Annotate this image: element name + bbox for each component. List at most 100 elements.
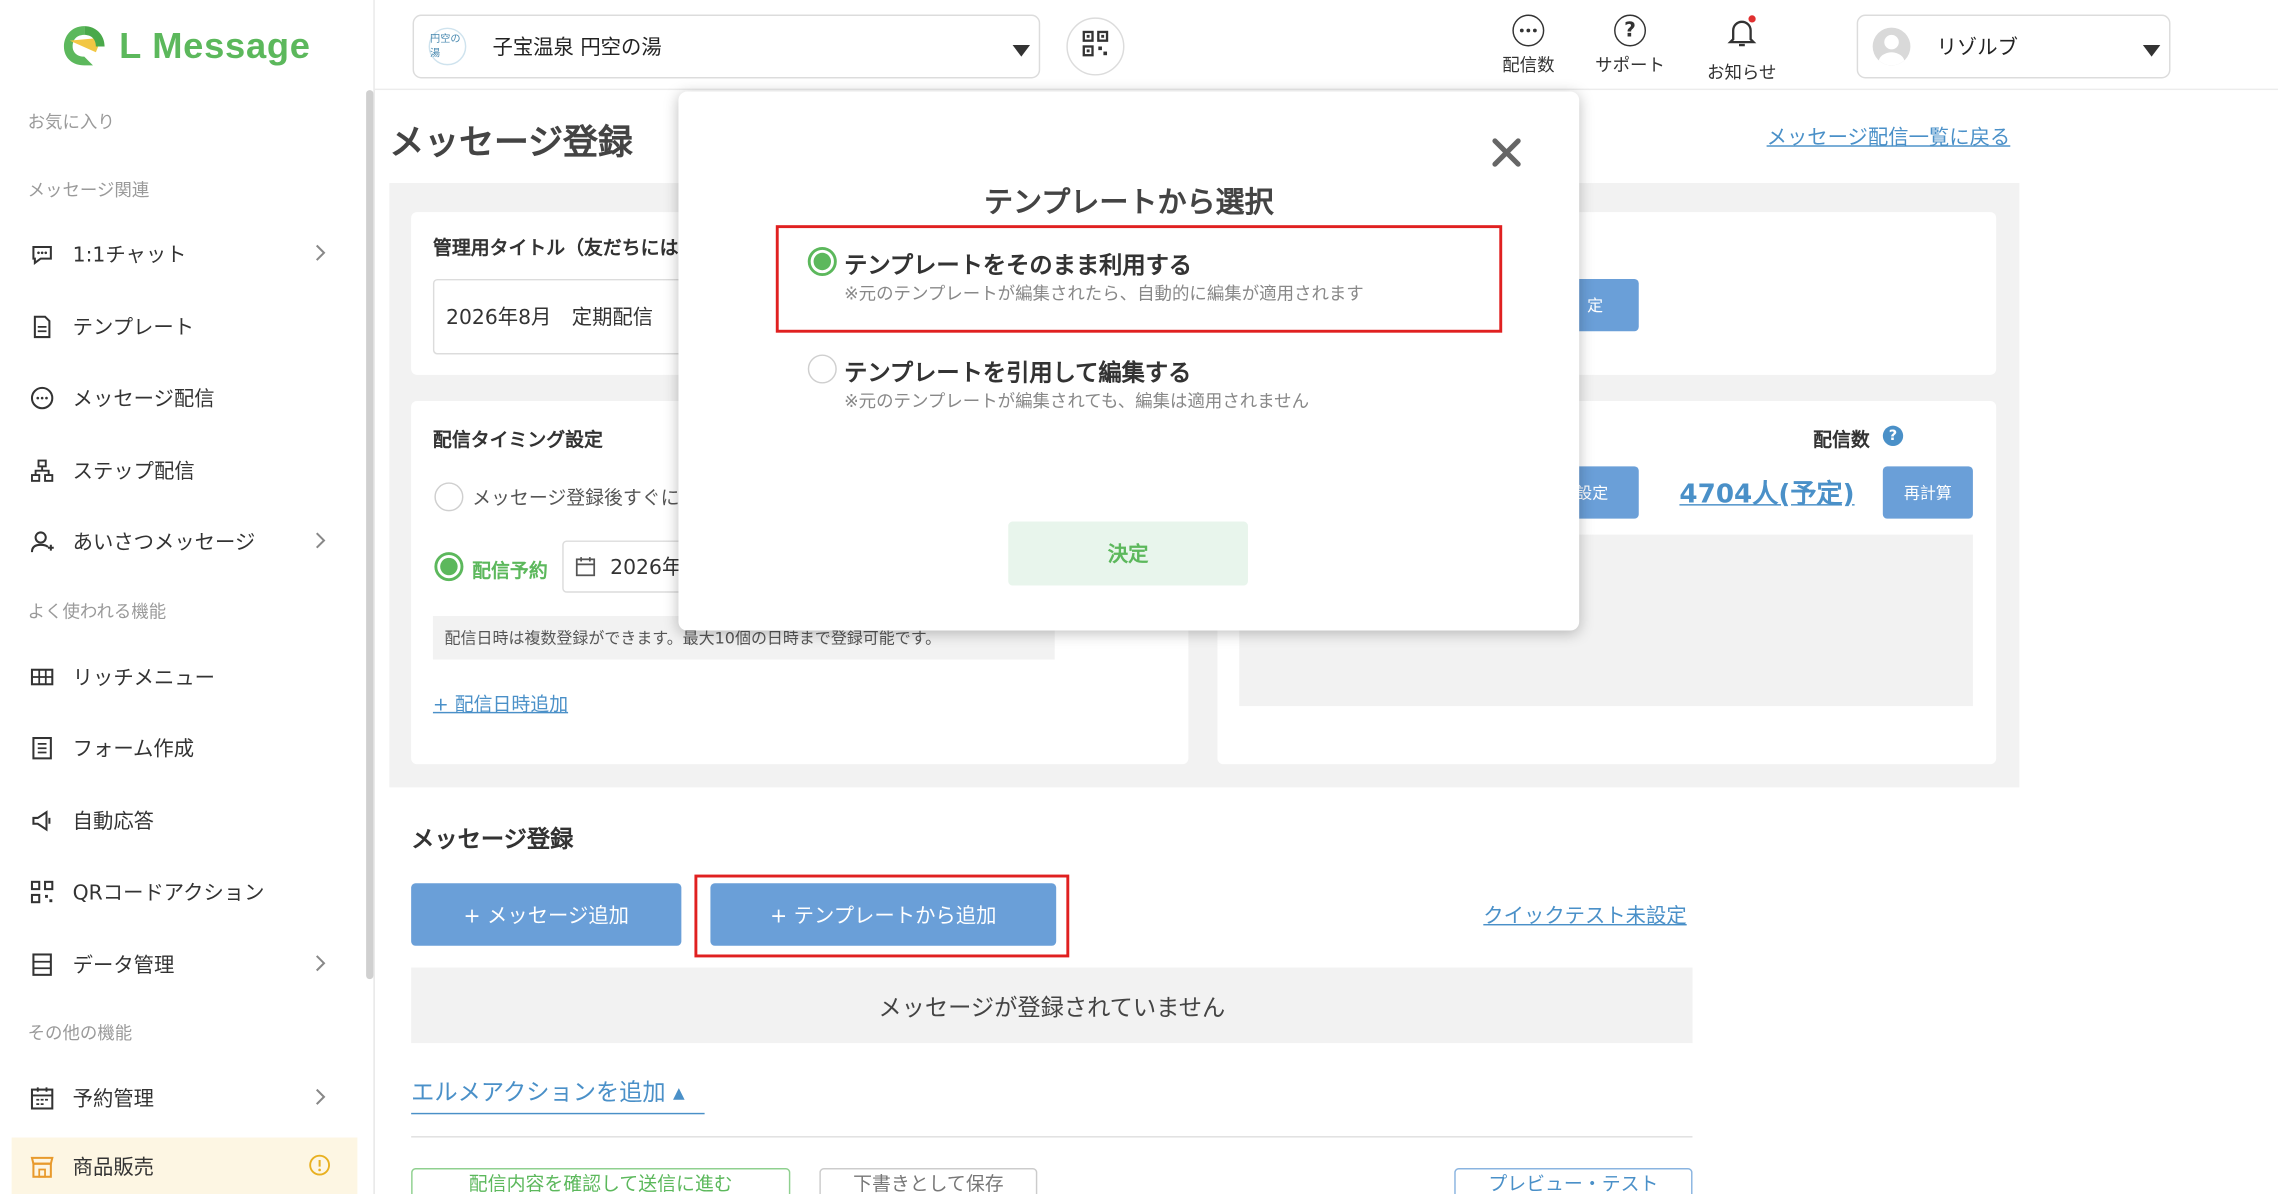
recalculate-button[interactable]: 再計算	[1882, 466, 1973, 519]
notifications-label: お知らせ	[1707, 62, 1777, 83]
sidebar-item-label: ステップ配信	[72, 460, 195, 484]
account-selector[interactable]: 円空の湯 子宝温泉 円空の湯	[412, 14, 1041, 79]
option-quote-edit-title[interactable]: テンプレートを引用して編集する	[844, 353, 1191, 388]
add-message-button[interactable]: + メッセージ追加	[411, 883, 682, 946]
quick-test-link[interactable]: クイックテスト未設定	[1483, 901, 1686, 930]
user-name: リゾルブ	[1936, 36, 2018, 60]
brand-logo[interactable]: L Message	[58, 20, 311, 72]
timing-label: 配信タイミング設定	[432, 430, 603, 452]
chevron-right-icon	[308, 952, 331, 975]
shop-icon	[29, 1154, 55, 1180]
qr-code-icon	[1081, 29, 1110, 64]
calendar-icon	[29, 1085, 55, 1111]
sidebar-item-reservation[interactable]: 予約管理	[0, 1069, 357, 1127]
option-use-as-is-radio[interactable]	[807, 246, 837, 277]
brand-name: L Message	[119, 25, 311, 67]
message-section-title: メッセージ登録	[411, 825, 574, 853]
sidebar-item-auto-reply[interactable]: 自動応答	[0, 792, 357, 850]
scheduled-radio[interactable]	[434, 552, 464, 582]
database-icon	[29, 952, 55, 978]
support-label: サポート	[1595, 55, 1665, 76]
sidebar-item-label: メッセージ配信	[72, 387, 215, 412]
page-title: メッセージ登録	[389, 122, 633, 163]
sidebar-item-label: データ管理	[72, 954, 175, 978]
alert-icon	[308, 1154, 331, 1177]
sidebar-item-label: 自動応答	[72, 810, 154, 834]
sidebar-item-label: 商品販売	[72, 1156, 154, 1180]
sidebar-item-sales[interactable]: 商品販売	[11, 1137, 358, 1194]
sidebar-item-qr-action[interactable]: QRコードアクション	[0, 863, 357, 921]
account-logo: 円空の湯	[428, 27, 467, 66]
schedule-date-input[interactable]: 2026年	[562, 540, 693, 593]
sidebar-item-data[interactable]: データ管理	[0, 936, 357, 994]
sidebar-scrollbar[interactable]	[366, 90, 374, 980]
bell-icon	[1724, 15, 1759, 54]
option-quote-edit-radio[interactable]	[807, 354, 837, 384]
confirm-send-button[interactable]: 配信内容を確認して送信に進む	[411, 1168, 791, 1194]
modal-title: テンプレートから選択	[983, 184, 1274, 220]
option-use-as-is-title[interactable]: テンプレートをそのまま利用する	[844, 246, 1192, 281]
avatar	[1872, 27, 1911, 66]
preview-test-button[interactable]: プレビュー・テスト	[1454, 1168, 1693, 1194]
sidebar-item-greeting[interactable]: あいさつメッセージ	[0, 513, 357, 571]
message-count-button[interactable]: 配信数	[1502, 14, 1555, 77]
sidebar-item-form[interactable]: フォーム作成	[0, 719, 357, 777]
help-icon: ?	[1614, 14, 1647, 47]
immediate-radio[interactable]	[434, 482, 464, 512]
help-icon[interactable]: ?	[1882, 425, 1904, 447]
support-button[interactable]: ? サポート	[1595, 14, 1665, 77]
divider	[411, 1136, 1693, 1138]
sidebar-item-label: 予約管理	[72, 1088, 154, 1112]
top-header: 円空の湯 子宝温泉 円空の湯 配信数 ? サポート お知らせ リゾルブ	[374, 0, 2278, 91]
close-icon[interactable]	[1489, 135, 1524, 170]
sidebar: L Message お気に入り メッセージ関連 1:1チャット テンプレート メ…	[0, 0, 375, 1194]
delivery-count-value[interactable]: 4704人(予定)	[1679, 474, 1854, 512]
highlight-frame-template-button	[694, 874, 1070, 958]
add-action-link[interactable]: エルメアクションを追加 ▴	[411, 1072, 705, 1115]
option-use-as-is-note: ※元のテンプレートが編集されたら、自動的に編集が適用されます	[844, 283, 1364, 304]
sidebar-item-chat[interactable]: 1:1チャット	[0, 225, 357, 283]
admin-title-label: 管理用タイトル（友だちには	[432, 238, 679, 261]
sidebar-item-message-delivery[interactable]: メッセージ配信	[0, 369, 357, 427]
grid-menu-icon	[29, 664, 55, 690]
schedule-date-value: 2026年	[610, 556, 683, 580]
template-select-modal: テンプレートから選択 テンプレートをそのまま利用する ※元のテンプレートが編集さ…	[678, 91, 1580, 631]
sidebar-item-label: あいさつメッセージ	[72, 531, 256, 555]
back-to-list-link[interactable]: メッセージ配信一覧に戻る	[1767, 122, 2011, 151]
sidebar-item-label: リッチメニュー	[72, 666, 216, 691]
logo-icon	[58, 20, 110, 72]
notifications-button[interactable]: お知らせ	[1707, 15, 1776, 85]
option-quote-edit-note: ※元のテンプレートが編集されても、編集は適用されません	[844, 390, 1310, 412]
chat-bubble-icon	[29, 241, 55, 267]
message-dots-icon	[29, 385, 55, 411]
document-icon	[29, 314, 55, 340]
sidebar-item-label: 1:1チャット	[72, 244, 187, 268]
chevron-right-icon	[308, 1085, 331, 1108]
submit-button[interactable]: 決定	[1008, 521, 1248, 586]
delivery-count-label: 配信数	[1813, 430, 1870, 452]
sidebar-item-label: QRコードアクション	[72, 881, 265, 906]
section-other: その他の機能	[27, 1022, 133, 1044]
sidebar-item-template[interactable]: テンプレート	[0, 298, 357, 356]
chevron-down-icon	[2142, 45, 2161, 57]
sidebar-item-rich-menu[interactable]: リッチメニュー	[0, 648, 357, 706]
add-schedule-link[interactable]: + 配信日時追加	[433, 689, 568, 716]
empty-message-notice: メッセージが登録されていません	[411, 967, 1693, 1044]
calendar-icon	[575, 556, 596, 582]
save-draft-button[interactable]: 下書きとして保存	[819, 1168, 1038, 1194]
chevron-right-icon	[308, 529, 331, 552]
qr-code-button[interactable]	[1066, 17, 1125, 76]
sidebar-item-label: テンプレート	[72, 316, 195, 340]
section-message: メッセージ関連	[27, 180, 150, 201]
megaphone-icon	[29, 808, 55, 834]
section-favorites: お気に入り	[27, 111, 115, 133]
user-add-icon	[29, 529, 55, 555]
immediate-label: メッセージ登録後すぐに	[472, 488, 680, 510]
chevron-down-icon	[1012, 45, 1031, 57]
user-menu[interactable]: リゾルブ	[1856, 14, 2171, 79]
chevron-right-icon	[308, 241, 331, 264]
account-name: 子宝温泉 円空の湯	[492, 36, 662, 60]
sidebar-item-label: フォーム作成	[72, 738, 195, 762]
sidebar-item-step-delivery[interactable]: ステップ配信	[0, 442, 357, 500]
message-count-icon	[1512, 14, 1545, 47]
